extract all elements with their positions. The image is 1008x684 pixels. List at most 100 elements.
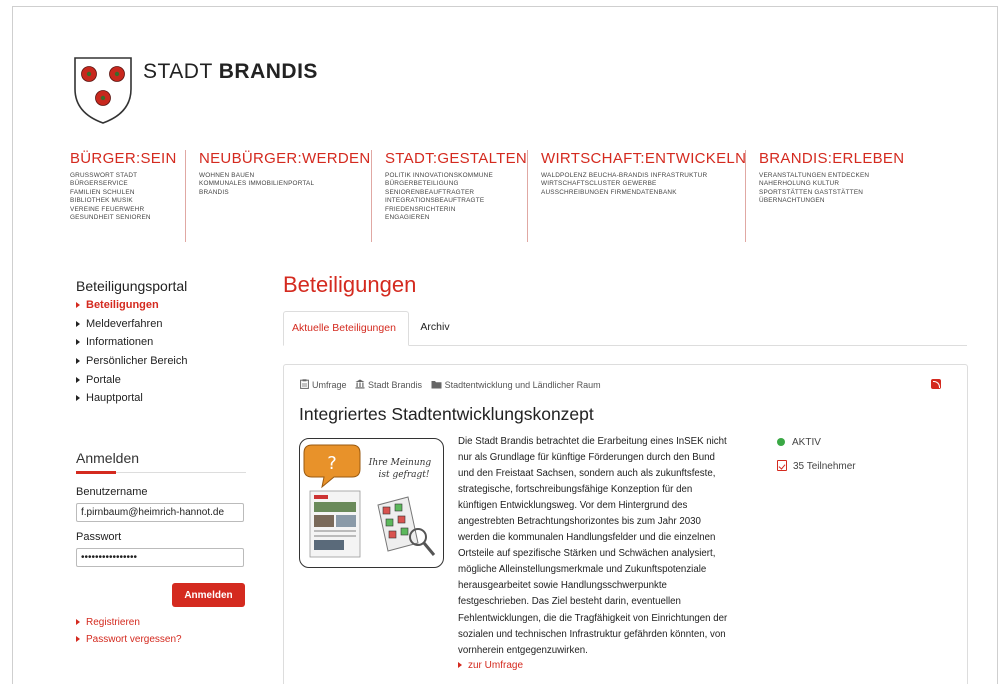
sidebar-item-beteiligungen[interactable]: Beteiligungen	[76, 297, 188, 316]
survey-illustration: ? Ihre Meinung ist gefragt!	[303, 444, 436, 558]
city-coat-of-arms-logo[interactable]	[72, 55, 134, 125]
nav-link[interactable]: GESUNDHEIT SENIOREN	[70, 214, 177, 222]
nav-group-erleben: BRANDIS:ERLEBEN VERANSTALTUNGEN ENTDECKE…	[745, 150, 904, 242]
nav-link[interactable]: BIBLIOTHEK MUSIK	[70, 197, 177, 205]
nav-link[interactable]: WOHNEN BAUEN	[199, 172, 370, 180]
tab-bar: Aktuelle Beteiligungen Archiv	[283, 311, 967, 346]
to-survey-link-label: zur Umfrage	[468, 660, 524, 671]
caret-right-icon	[76, 376, 80, 383]
sidebar-item-hauptportal[interactable]: Hauptportal	[76, 390, 188, 409]
nav-link[interactable]: BÜRGERBETEILIGUNG	[385, 180, 527, 188]
nav-title-stadt[interactable]: STADT:GESTALTEN	[385, 150, 527, 167]
tab-archiv[interactable]: Archiv	[409, 311, 461, 346]
caret-right-icon	[76, 636, 80, 642]
caret-right-icon	[76, 395, 80, 402]
calendar-check-icon	[777, 460, 787, 471]
sidebar-menu: Beteiligungen Meldeverfahren Information…	[76, 297, 188, 409]
tab-aktuelle-beteiligungen[interactable]: Aktuelle Beteiligungen	[283, 311, 409, 346]
card-type[interactable]: Umfrage	[312, 380, 347, 390]
clipboard-icon	[300, 379, 309, 389]
status-badge: AKTIV	[777, 437, 821, 448]
brand-name: BRANDIS	[218, 60, 318, 83]
nav-link[interactable]: FAMILIEN SCHULEN	[70, 189, 177, 197]
nav-link[interactable]: BÜRGERSERVICE	[70, 180, 177, 188]
register-link[interactable]: Registrieren	[76, 617, 140, 628]
sidebar-item-label: Beteiligungen	[86, 299, 159, 311]
sidebar-title: Beteiligungsportal	[76, 278, 188, 294]
sidebar-item-label: Persönlicher Bereich	[86, 355, 188, 368]
nav-links-erleben: VERANSTALTUNGEN ENTDECKEN NAHERHOLUNG KU…	[759, 172, 904, 206]
nav-group-stadt: STADT:GESTALTEN POLITIK INNOVATIONSKOMMU…	[371, 150, 527, 242]
nav-group-buerger: BÜRGER:SEIN GRUSSWORT STADT BÜRGERSERVIC…	[70, 150, 177, 242]
nav-link[interactable]: WALDPOLENZ BEUCHA-BRANDIS INFRASTRUKTUR	[541, 172, 746, 180]
caret-right-icon	[76, 302, 80, 308]
description-line: strategische, fortschreibungsfähige Konz…	[458, 484, 693, 496]
caret-right-icon	[76, 320, 80, 327]
nav-link[interactable]: FRIEDENSRICHTERIN	[385, 206, 527, 214]
sidebar-item-persoenlicher-bereich[interactable]: Persönlicher Bereich	[76, 353, 188, 372]
participant-count: 35 Teilnehmer	[777, 460, 856, 472]
login-button[interactable]: Anmelden	[172, 583, 245, 607]
nav-title-buerger[interactable]: BÜRGER:SEIN	[70, 150, 177, 167]
nav-links-wirtschaft: WALDPOLENZ BEUCHA-BRANDIS INFRASTRUKTUR …	[541, 172, 746, 197]
username-label: Benutzername	[76, 486, 148, 498]
sidebar-item-portale[interactable]: Portale	[76, 372, 188, 391]
speech-bubble-question: ?	[327, 453, 337, 474]
sidebar-item-label: Meldeverfahren	[86, 317, 163, 330]
rss-feed-icon[interactable]	[931, 379, 941, 389]
login-divider-accent	[76, 471, 116, 474]
card-meta: Umfrage Stadt Brandis Stadtentwicklung u…	[300, 379, 607, 390]
caret-right-icon	[76, 339, 80, 346]
password-input[interactable]	[76, 548, 244, 567]
card-category[interactable]: Stadtentwicklung und Ländlicher Raum	[445, 380, 601, 390]
nav-links-neubuerger: WOHNEN BAUEN KOMMUNALES IMMOBILIENPORTAL…	[199, 172, 370, 197]
nav-link[interactable]: KOMMUNALES IMMOBILIENPORTAL	[199, 180, 370, 188]
description-line: künftigen Entwicklungsweg. Vor dem Hinte…	[458, 500, 688, 512]
forgot-password-link-label: Passwort vergessen?	[86, 634, 182, 645]
description-line: werden die kommunalen Handlungsfelder un…	[458, 532, 716, 544]
nav-link[interactable]: NAHERHOLUNG KULTUR	[759, 180, 904, 188]
username-input[interactable]	[76, 503, 244, 522]
sidebar-item-informationen[interactable]: Informationen	[76, 334, 188, 353]
institution-icon	[355, 379, 365, 389]
description-line: angestrebten Betrachtungshorizontes bis …	[458, 516, 701, 528]
nav-link[interactable]: SENIORENBEAUFTRAGTER	[385, 189, 527, 197]
nav-link[interactable]: ÜBERNACHTUNGEN	[759, 197, 904, 205]
nav-links-stadt: POLITIK INNOVATIONSKOMMUNE BÜRGERBETEILI…	[385, 172, 527, 222]
nav-link[interactable]: VEREINE FEUERWEHR	[70, 206, 177, 214]
to-survey-link[interactable]: zur Umfrage	[458, 660, 523, 671]
participants-label: 35 Teilnehmer	[793, 461, 856, 472]
nav-title-erleben[interactable]: BRANDIS:ERLEBEN	[759, 150, 904, 167]
nav-link[interactable]: BRANDIS	[199, 189, 370, 197]
brand-prefix: STADT	[143, 60, 213, 83]
sidebar-item-label: Hauptportal	[86, 392, 143, 405]
nav-link[interactable]: AUSSCHREIBUNGEN FIRMENDATENBANK	[541, 189, 746, 197]
survey-thumbnail-image[interactable]: ? Ihre Meinung ist gefragt!	[299, 438, 444, 568]
description-line: festgeschrieben. Das Ziel besteht darin,…	[458, 596, 681, 608]
status-label: AKTIV	[792, 437, 821, 448]
nav-title-wirtschaft[interactable]: WIRTSCHAFT:ENTWICKELN	[541, 150, 746, 167]
sidebar-item-meldeverfahren[interactable]: Meldeverfahren	[76, 316, 188, 335]
description-line: herausgearbeitet sowie Handlungsschwerpu…	[458, 580, 667, 592]
nav-title-neubuerger[interactable]: NEUBÜRGER:WERDEN	[199, 150, 370, 167]
password-label: Passwort	[76, 531, 122, 543]
card-organisation[interactable]: Stadt Brandis	[368, 380, 422, 390]
nav-group-neubuerger: NEUBÜRGER:WERDEN WOHNEN BAUEN KOMMUNALES…	[185, 150, 370, 242]
image-caption-line2: ist gefragt!	[378, 470, 429, 480]
register-link-label: Registrieren	[86, 617, 140, 628]
nav-link[interactable]: SPORTSTÄTTEN GASTSTÄTTEN	[759, 189, 904, 197]
caret-right-icon	[76, 619, 80, 625]
participation-card: Umfrage Stadt Brandis Stadtentwicklung u…	[283, 364, 968, 684]
status-dot-icon	[777, 438, 785, 446]
card-title[interactable]: Integriertes Stadtentwicklungskonzept	[299, 404, 594, 425]
caret-right-icon	[458, 662, 462, 668]
description-line: Fehlentwicklungen, die die Tragfähigkeit…	[458, 612, 728, 624]
description-line: mögliche Alleinstellungsmerkmale und Zuk…	[458, 564, 707, 576]
sidebar-item-label: Portale	[86, 373, 121, 386]
nav-link[interactable]: WIRTSCHAFTSCLUSTER GEWERBE	[541, 180, 746, 188]
forgot-password-link[interactable]: Passwort vergessen?	[76, 634, 182, 645]
nav-link[interactable]: INTEGRATIONSBEAUFTRAGTE	[385, 197, 527, 205]
site-brand[interactable]: STADT BRANDIS	[143, 60, 318, 84]
nav-link[interactable]: VERANSTALTUNGEN ENTDECKEN	[759, 172, 904, 180]
nav-link[interactable]: ENGAGIEREN	[385, 214, 527, 222]
